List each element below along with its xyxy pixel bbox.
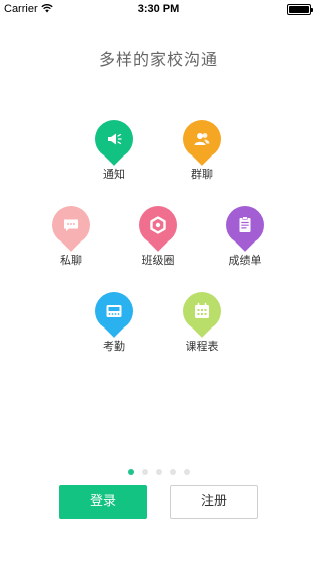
feature-label: 课程表 bbox=[185, 340, 219, 353]
feature-label: 群聊 bbox=[191, 168, 213, 181]
login-button[interactable]: 登录 bbox=[59, 485, 147, 519]
page-dot[interactable] bbox=[141, 469, 148, 475]
feature-notice: 通知 bbox=[84, 120, 144, 182]
report-card-icon bbox=[226, 206, 264, 252]
feature-group-chat: 群聊 bbox=[172, 120, 232, 182]
feature-label: 班级圈 bbox=[141, 254, 175, 267]
attendance-icon bbox=[95, 292, 133, 338]
feature-report-card: 成绩单 bbox=[215, 206, 275, 268]
megaphone-icon bbox=[95, 120, 133, 166]
feature-label: 成绩单 bbox=[228, 254, 262, 267]
page-title: 多样的家校沟通 bbox=[98, 50, 218, 69]
private-chat-icon bbox=[52, 206, 90, 252]
feature-attendance: 考勤 bbox=[84, 292, 144, 354]
feature-label: 通知 bbox=[103, 168, 125, 181]
schedule-icon bbox=[183, 292, 221, 338]
page-dot[interactable] bbox=[155, 469, 162, 475]
page-dot[interactable] bbox=[183, 469, 190, 475]
page-dot[interactable] bbox=[127, 469, 134, 475]
feature-label: 考勤 bbox=[103, 340, 125, 353]
group-chat-icon bbox=[183, 120, 221, 166]
status-bar: Carrier 3:30 PM bbox=[0, 0, 317, 18]
class-circle-icon bbox=[139, 206, 177, 252]
clock: 3:30 PM bbox=[137, 3, 180, 15]
feature-class-circle: 班级圈 bbox=[128, 206, 188, 268]
feature-schedule: 课程表 bbox=[172, 292, 232, 354]
feature-private-chat: 私聊 bbox=[41, 206, 101, 268]
feature-label: 私聊 bbox=[60, 254, 82, 267]
page-indicator[interactable] bbox=[0, 469, 317, 475]
battery-icon bbox=[287, 4, 313, 15]
page-dot[interactable] bbox=[169, 469, 176, 475]
register-button[interactable]: 注册 bbox=[170, 485, 258, 519]
